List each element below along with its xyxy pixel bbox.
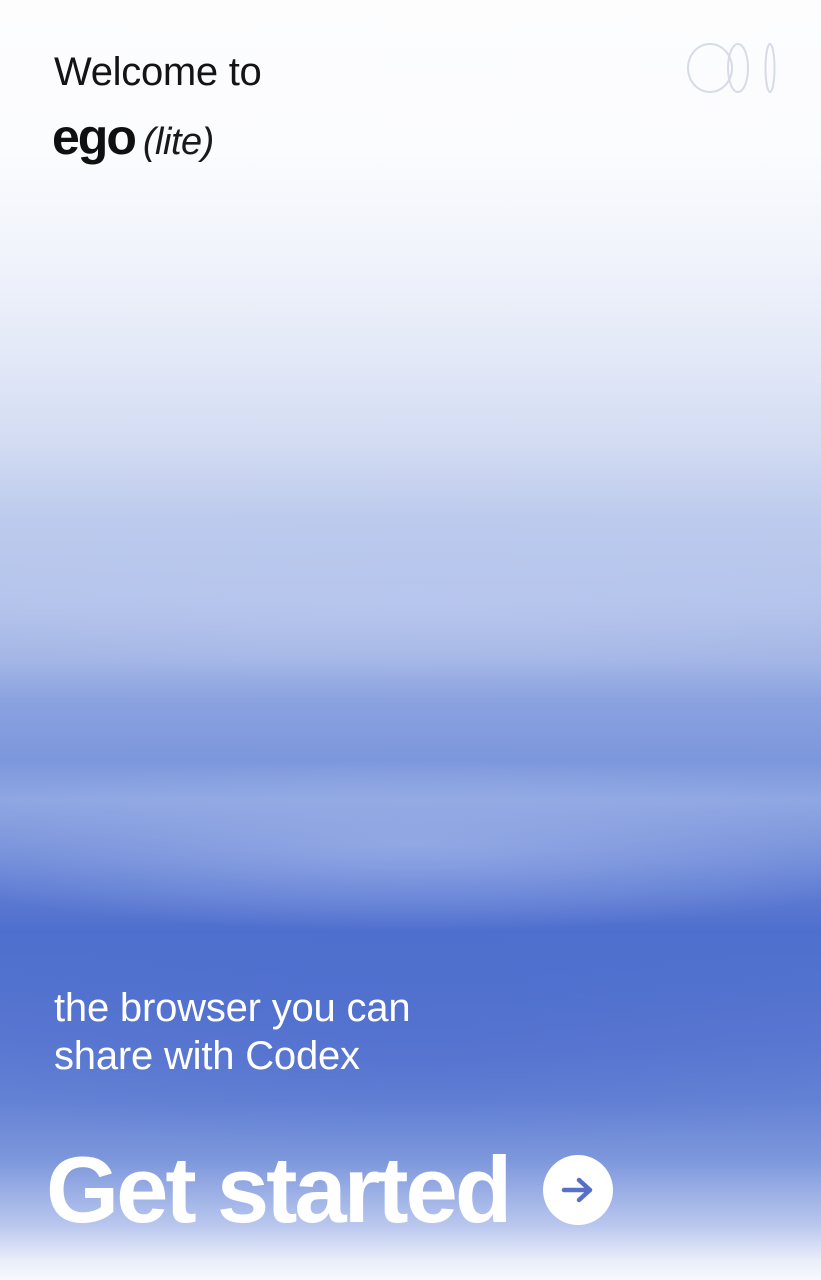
overlapping-rings-icon <box>686 40 782 96</box>
tagline-line-2: share with Codex <box>54 1034 360 1078</box>
get-started-button[interactable]: Get started <box>46 1135 696 1245</box>
welcome-heading: Welcome to <box>54 50 262 94</box>
welcome-screen: Welcome to ego (lite) the browser you ca… <box>0 0 821 1280</box>
brand-name: ego <box>52 109 137 165</box>
background-haze-top <box>0 500 821 680</box>
tagline-line-1: the browser you can <box>54 986 411 1030</box>
brand-wordmark: ego (lite) <box>52 108 214 171</box>
get-started-label: Get started <box>46 1137 512 1242</box>
brand-variant: (lite) <box>142 121 214 163</box>
background-haze-middle <box>0 760 821 930</box>
tagline: the browser you can share with Codex <box>54 984 574 1080</box>
arrow-right-icon <box>543 1155 614 1225</box>
